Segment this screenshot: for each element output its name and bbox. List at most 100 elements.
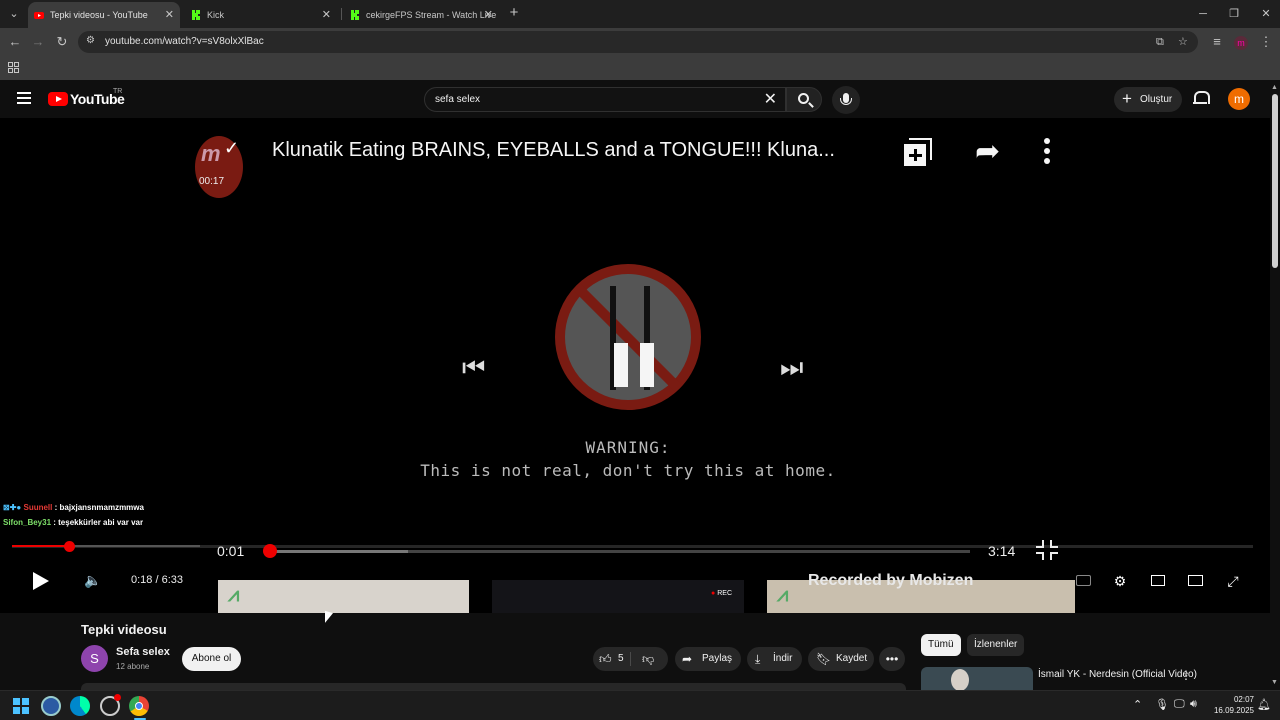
share-label: Paylaş <box>702 653 733 664</box>
search-button[interactable] <box>786 87 822 112</box>
like-count: 5 <box>618 653 624 664</box>
tab-close-icon[interactable]: ✕ <box>322 2 331 28</box>
speaker-icon[interactable]: 🔊︎ <box>1190 698 1197 711</box>
clock-app-icon[interactable] <box>100 694 121 716</box>
settings-gear-icon[interactable]: ⚙ <box>1112 573 1128 589</box>
edge-browser-icon[interactable] <box>70 696 90 716</box>
video-player[interactable]: m ✓ 00:17 Klunatik Eating BRAINS, EYEBAL… <box>0 118 1270 613</box>
youtube-masthead: YouTube TR sefa selex ✕ + Oluştur m <box>0 80 1270 118</box>
notifications-bell-icon[interactable] <box>1193 90 1210 106</box>
back-arrow-icon[interactable]: ← <box>5 32 25 52</box>
bookmarks-bar <box>0 56 1280 80</box>
network-icon[interactable]: 🖵 <box>1174 698 1185 711</box>
browser-menu-icon[interactable]: ⋮ <box>1256 32 1276 52</box>
tray-overflow-chevron-icon[interactable]: ⌃ <box>1133 698 1142 711</box>
download-button[interactable]: ⤓ İndir <box>747 647 802 671</box>
clear-search-icon[interactable]: ✕ <box>764 88 777 111</box>
subscribe-button[interactable]: Abone ol <box>182 647 241 671</box>
pause-icon <box>614 343 628 387</box>
chat-username: Suunell <box>23 503 53 512</box>
bookmark-icon: 🔖︎ <box>816 652 832 666</box>
rec-label: REC <box>711 590 732 597</box>
tab-close-icon[interactable]: ✕ <box>484 2 493 28</box>
time-separator: / <box>152 574 162 586</box>
steam-app-icon[interactable] <box>41 696 61 716</box>
tray-microphone-icon[interactable]: 🎙︎ <box>1155 698 1169 711</box>
windows-start-icon[interactable] <box>13 698 29 714</box>
chip-watched[interactable]: İzlenenler <box>967 634 1025 656</box>
more-actions-icon[interactable]: ••• <box>879 647 905 671</box>
forward-arrow-icon[interactable]: → <box>28 32 48 52</box>
account-avatar[interactable]: m <box>1228 88 1250 110</box>
system-clock[interactable]: 02:07 16.09.2025 <box>1206 694 1254 716</box>
tab-kick[interactable]: Kick ✕ <box>185 2 337 28</box>
url-text[interactable]: youtube.com/watch?v=sV8olxXlBac <box>105 31 264 53</box>
restore-icon[interactable]: ❐ <box>1224 4 1244 24</box>
scroll-down-arrow-icon[interactable]: ▼ <box>1271 679 1278 686</box>
search-input[interactable]: sefa selex ✕ <box>424 87 786 112</box>
notification-badge <box>114 694 121 701</box>
site-info-icon[interactable]: ⚙ <box>86 35 95 46</box>
close-window-icon[interactable]: ✕ <box>1256 4 1276 24</box>
chip-all[interactable]: Tümü <box>921 634 961 656</box>
tab-search-chevron-icon[interactable]: ⌄ <box>4 4 24 24</box>
notification-bell-icon[interactable]: 🔔︎ <box>1257 698 1271 711</box>
create-button[interactable]: + Oluştur <box>1114 87 1182 112</box>
miniplayer-icon[interactable] <box>1151 575 1165 586</box>
install-app-icon[interactable]: ⧉ <box>1156 31 1164 53</box>
subtitles-icon[interactable] <box>1076 575 1091 586</box>
save-button[interactable]: 🔖︎ Kaydet <box>808 647 874 671</box>
pause-icon <box>640 343 654 387</box>
browser-toolbar: ← → ↻ ⚙ youtube.com/watch?v=sV8olxXlBac … <box>0 28 1280 56</box>
like-button[interactable]: 👍︎ <box>599 647 612 671</box>
plus-icon: + <box>1122 89 1132 108</box>
chat-message: Sifon_Bey31 : teşekkürler abi var var <box>3 518 144 527</box>
profile-avatar[interactable]: m <box>1231 32 1251 52</box>
windows-taskbar: ⌃ 🎙︎ 🖵 🔊︎ 02:07 16.09.2025 🔔︎ <box>0 690 1280 720</box>
share-icon: ➦ <box>682 652 693 666</box>
theater-mode-icon[interactable] <box>1188 575 1203 586</box>
tab-title: Kick <box>207 10 225 20</box>
bookmark-star-icon[interactable]: ☆ <box>1178 31 1188 53</box>
address-bar[interactable]: ⚙ youtube.com/watch?v=sV8olxXlBac ⧉ ☆ <box>78 31 1198 53</box>
add-to-queue-icon <box>904 138 932 166</box>
tab-title: cekirgeFPS Stream - Watch Live <box>366 10 497 20</box>
scrollbar-thumb[interactable] <box>1272 94 1278 268</box>
youtube-favicon-icon <box>34 12 44 19</box>
save-label: Kaydet <box>836 653 868 664</box>
tab-close-icon[interactable]: ✕ <box>165 2 174 28</box>
reload-icon[interactable]: ↻ <box>52 32 72 52</box>
minimize-icon[interactable]: ─ <box>1193 4 1213 24</box>
embedded-channel-avatar: m ✓ 00:17 <box>195 136 243 198</box>
fullscreen-icon[interactable]: ⤢ <box>1225 573 1241 589</box>
channel-avatar[interactable]: S <box>81 645 108 672</box>
chrome-browser-icon[interactable] <box>129 696 149 716</box>
more-vertical-icon[interactable]: ⋮ <box>1180 668 1192 682</box>
related-video-title[interactable]: İsmail YK - Nerdesin (Official Video) <box>1038 669 1197 680</box>
previous-track-icon: ⏮ <box>462 352 486 382</box>
search-query[interactable]: sefa selex <box>435 88 480 111</box>
scroll-up-arrow-icon[interactable]: ▲ <box>1271 84 1278 91</box>
k-logo-icon: ⩘ <box>228 584 240 606</box>
video-title: Tepki videosu <box>81 622 167 637</box>
no-eating-sign-icon <box>555 264 701 410</box>
volume-icon[interactable]: 🔈 <box>84 572 101 589</box>
tab-cekirgefps[interactable]: cekirgeFPS Stream - Watch Live ✕ <box>344 2 499 28</box>
youtube-play-logo-icon <box>48 92 68 106</box>
progress-bar-fill[interactable] <box>12 545 69 547</box>
play-icon[interactable] <box>33 572 49 590</box>
total-time: 6:33 <box>161 574 184 586</box>
apps-grid-icon[interactable] <box>8 62 19 73</box>
guide-menu-icon[interactable] <box>17 92 31 104</box>
voice-search-button[interactable] <box>832 86 860 114</box>
related-video-thumbnail[interactable] <box>921 667 1033 690</box>
mouse-cursor-icon <box>325 610 333 626</box>
channel-name[interactable]: Sefa selex <box>116 646 170 658</box>
share-button[interactable]: ➦ Paylaş <box>675 647 741 671</box>
tab-youtube[interactable]: Tepki videosu - YouTube ✕ <box>28 2 180 28</box>
new-tab-plus-icon[interactable]: + <box>504 4 524 24</box>
recorded-by-watermark: Recorded by Mobizen <box>808 572 974 589</box>
reading-list-icon[interactable]: ≡ <box>1207 32 1227 52</box>
progress-scrubber-handle[interactable] <box>64 541 75 552</box>
dislike-button[interactable]: 👎︎ <box>642 647 654 671</box>
